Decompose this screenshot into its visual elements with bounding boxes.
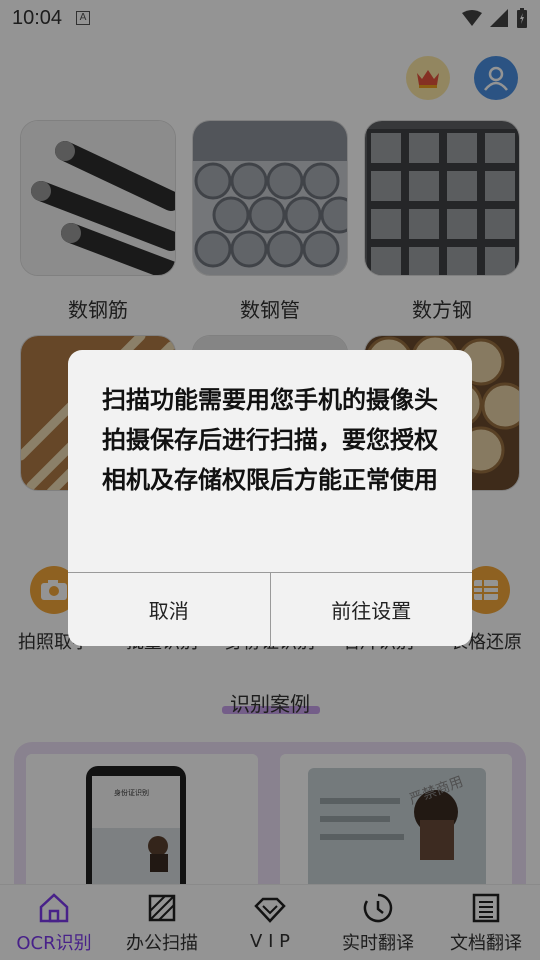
go-to-settings-button[interactable]: 前往设置 <box>269 573 473 646</box>
permission-dialog: 扫描功能需要用您手机的摄像头拍摄保存后进行扫描，要您授权相机及存储权限后方能正常… <box>68 350 472 646</box>
cancel-button[interactable]: 取消 <box>68 573 270 646</box>
dialog-actions: 取消 前往设置 <box>68 572 472 646</box>
dialog-message: 扫描功能需要用您手机的摄像头拍摄保存后进行扫描，要您授权相机及存储权限后方能正常… <box>102 386 438 494</box>
